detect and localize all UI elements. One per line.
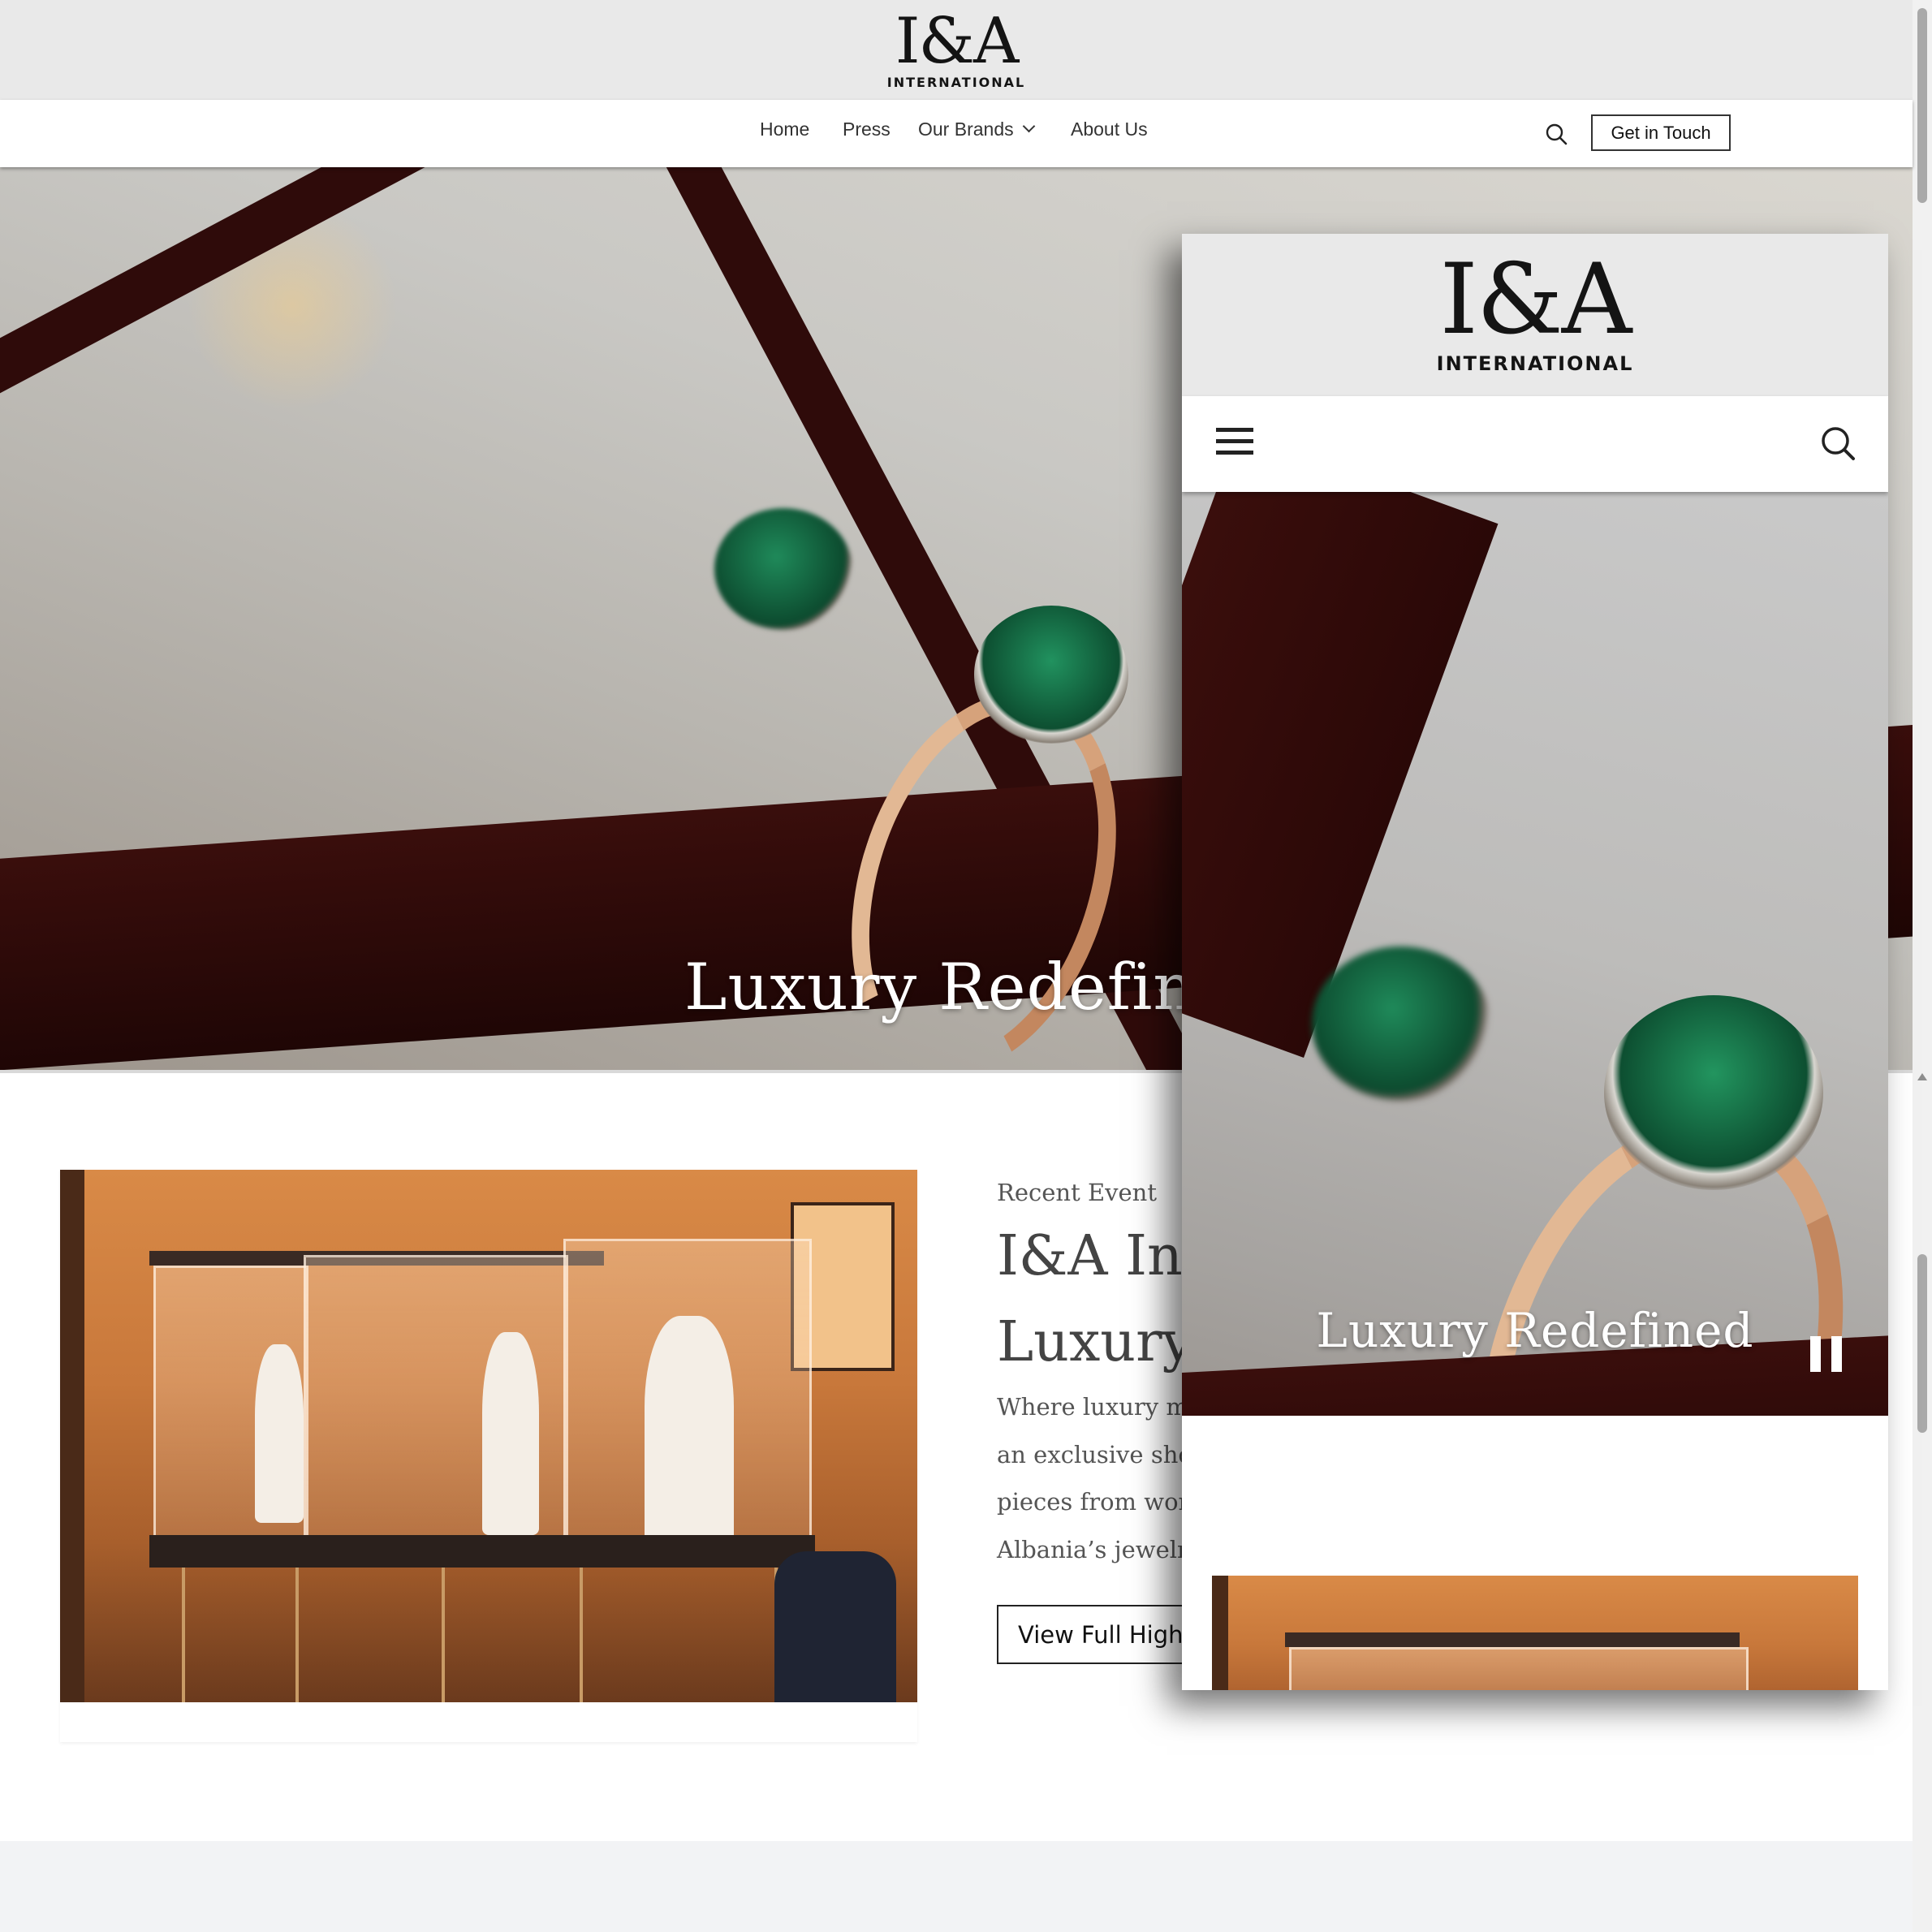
scrollbar-thumb[interactable]	[1917, 8, 1927, 203]
event-kicker: Recent Event	[997, 1179, 1157, 1206]
event-photo[interactable]	[60, 1170, 917, 1702]
search-icon[interactable]	[1545, 123, 1568, 145]
mobile-hero-title: Luxury Redefined	[1316, 1303, 1754, 1358]
logo-subtitle: INTERNATIONAL	[886, 75, 1026, 90]
display-case-base	[149, 1535, 815, 1568]
logo-subtitle: INTERNATIONAL	[1436, 352, 1634, 375]
scroll-up-arrow-icon[interactable]	[1917, 1073, 1927, 1080]
hero-ring-blurred	[1312, 947, 1490, 1101]
nav-our-brands[interactable]: Our Brands	[918, 119, 1014, 140]
event-body-line: Where luxury me	[997, 1393, 1202, 1421]
scrollbar-thumb[interactable]	[1917, 1254, 1927, 1433]
pause-bar	[1810, 1336, 1821, 1372]
site-logo[interactable]: I&A INTERNATIONAL	[875, 10, 1037, 90]
search-icon[interactable]	[1820, 425, 1856, 461]
display-case	[1289, 1647, 1749, 1690]
photo-frame-edge	[60, 1170, 84, 1702]
scrollbar-track[interactable]	[1913, 0, 1932, 1932]
event-title-line: Luxury	[997, 1310, 1194, 1374]
nav-about-us[interactable]: About Us	[1071, 119, 1148, 140]
nav-home[interactable]: Home	[760, 119, 809, 140]
logo-mark: I&A	[895, 5, 1020, 78]
event-body-line: Albania’s jewelry	[997, 1536, 1202, 1563]
case-leg	[295, 1568, 299, 1702]
pause-icon[interactable]	[1810, 1336, 1844, 1372]
hamburger-menu-icon[interactable]	[1216, 425, 1253, 458]
photo-frame-edge	[1212, 1576, 1228, 1690]
hero-ring-emerald	[1604, 995, 1823, 1190]
event-body-line: pieces from worl	[997, 1488, 1197, 1516]
mobile-site-logo[interactable]: I&A INTERNATIONAL	[1413, 244, 1657, 376]
mobile-navbar	[1182, 396, 1888, 492]
jewelry-bust	[255, 1344, 304, 1523]
jewelry-bust	[645, 1316, 734, 1543]
nav-press[interactable]: Press	[843, 119, 891, 140]
hero-ring-blurred	[714, 508, 852, 630]
pause-bar	[1831, 1336, 1842, 1372]
chair	[774, 1551, 896, 1702]
footer-band	[0, 1841, 1913, 1932]
hero-ring-emerald	[974, 606, 1128, 744]
case-leg	[182, 1568, 185, 1702]
mobile-event-photo[interactable]	[1212, 1576, 1858, 1690]
event-body-line: an exclusive sho	[997, 1441, 1192, 1468]
case-leg	[580, 1568, 583, 1702]
mobile-preview-window: I&A INTERNATIONAL Luxury Redefined	[1182, 234, 1888, 1690]
logo-mark: I&A	[1439, 244, 1632, 356]
display-case-top	[1285, 1632, 1740, 1647]
jewelry-bust	[482, 1332, 539, 1535]
get-in-touch-button[interactable]: Get in Touch	[1591, 114, 1731, 151]
case-leg	[442, 1568, 445, 1702]
event-title-line: I&A Int	[997, 1224, 1205, 1288]
